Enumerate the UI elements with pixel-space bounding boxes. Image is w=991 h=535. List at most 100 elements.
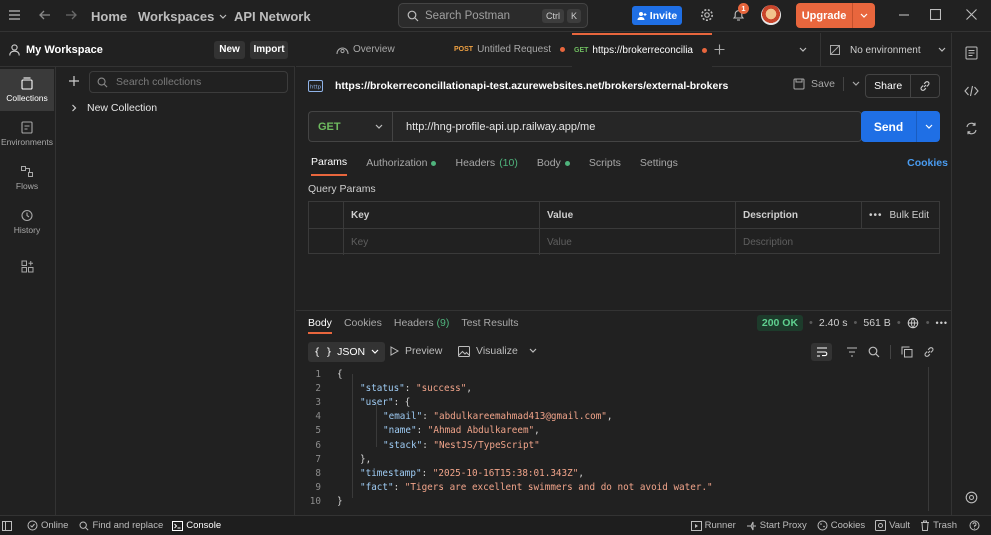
invite-label: Invite bbox=[649, 9, 678, 22]
import-button[interactable]: Import bbox=[250, 41, 288, 59]
wrap-lines-icon[interactable] bbox=[811, 343, 832, 361]
help-icon[interactable] bbox=[965, 491, 978, 504]
scrollbar[interactable] bbox=[928, 367, 929, 511]
online-status[interactable]: Online bbox=[27, 520, 68, 531]
visualize-button[interactable]: Visualize bbox=[458, 345, 537, 357]
trash-label: Trash bbox=[933, 520, 957, 531]
tab-settings[interactable]: Settings bbox=[640, 150, 678, 176]
tab-authorization[interactable]: Authorization bbox=[366, 150, 437, 176]
key-input[interactable]: Key bbox=[344, 229, 540, 255]
status-badge[interactable]: 200 OK bbox=[756, 315, 804, 331]
copy-icon[interactable] bbox=[901, 346, 913, 358]
tab-test-results[interactable]: Test Results bbox=[461, 317, 518, 329]
tab-overview[interactable]: Overview bbox=[336, 33, 454, 67]
cookies-button[interactable]: Cookies bbox=[817, 520, 865, 531]
upgrade-button[interactable]: Upgrade bbox=[796, 3, 875, 28]
cookie-icon bbox=[817, 520, 828, 531]
minimize-icon[interactable] bbox=[898, 4, 910, 24]
workspaces-menu[interactable]: Workspaces bbox=[138, 9, 227, 24]
value-input[interactable]: Value bbox=[540, 229, 736, 255]
back-arrow-icon[interactable] bbox=[38, 9, 51, 21]
maximize-icon[interactable] bbox=[930, 9, 941, 20]
tab-params[interactable]: Params bbox=[311, 150, 348, 176]
request-tabs-bar: Overview POST Untitled Request GET https… bbox=[296, 32, 951, 67]
invite-button[interactable]: Invite bbox=[632, 6, 682, 25]
api-network-link[interactable]: API Network bbox=[234, 9, 311, 24]
status-dot bbox=[564, 160, 570, 166]
share-button[interactable]: Share bbox=[865, 74, 940, 98]
filter-icon[interactable] bbox=[846, 347, 858, 357]
response-body-viewer[interactable]: 1{2"status": "success",3"user": {4"email… bbox=[300, 367, 940, 513]
toggle-sidebar-icon[interactable] bbox=[2, 520, 15, 531]
add-collection-icon[interactable] bbox=[68, 75, 80, 87]
settings-gear-icon[interactable] bbox=[700, 8, 714, 22]
menu-icon[interactable] bbox=[8, 9, 21, 21]
link-icon[interactable] bbox=[923, 346, 935, 358]
vault-button[interactable]: Vault bbox=[875, 520, 910, 531]
cookies-link[interactable]: Cookies bbox=[907, 157, 948, 169]
help-icon[interactable] bbox=[969, 520, 983, 531]
tab-body[interactable]: Body bbox=[537, 150, 570, 176]
link-icon[interactable] bbox=[911, 80, 939, 92]
method-select[interactable]: GET bbox=[308, 111, 392, 142]
trash-button[interactable]: Trash bbox=[920, 520, 957, 531]
chevron-down-icon[interactable] bbox=[853, 13, 875, 19]
url-input[interactable]: http://hng-profile-api.up.railway.app/me bbox=[392, 111, 862, 142]
more-icon[interactable]: ••• bbox=[869, 210, 883, 221]
method-label: GET bbox=[318, 120, 341, 133]
format-select[interactable]: { } JSON bbox=[308, 342, 386, 362]
description-input[interactable]: Description bbox=[736, 229, 939, 255]
close-icon[interactable] bbox=[966, 9, 977, 20]
json-braces-icon: { } bbox=[314, 346, 333, 358]
tabs-overflow-chevron-icon[interactable] bbox=[799, 47, 807, 53]
tab-scripts[interactable]: Scripts bbox=[589, 150, 621, 176]
tab-headers-label: Headers bbox=[455, 157, 496, 169]
collections-search-input[interactable]: Search collections bbox=[89, 71, 288, 93]
new-button[interactable]: New bbox=[214, 41, 245, 59]
nav-history[interactable]: History bbox=[0, 201, 54, 243]
response-divider[interactable] bbox=[296, 310, 951, 311]
runner-button[interactable]: Runner bbox=[690, 520, 736, 531]
documentation-icon[interactable] bbox=[965, 46, 978, 60]
workspace-name[interactable]: My Workspace bbox=[26, 44, 103, 56]
collection-item[interactable]: New Collection bbox=[70, 102, 157, 114]
row-checkbox-cell bbox=[309, 229, 344, 255]
add-user-icon bbox=[637, 11, 647, 20]
response-time[interactable]: 2.40 s bbox=[819, 317, 848, 329]
code-snippet-icon[interactable] bbox=[964, 85, 979, 97]
environment-selector[interactable]: No environment bbox=[829, 33, 946, 67]
line-number: 8 bbox=[315, 467, 321, 479]
find-replace-button[interactable]: Find and replace bbox=[79, 520, 163, 531]
chevron-down-icon bbox=[938, 47, 946, 52]
home-link[interactable]: Home bbox=[91, 9, 127, 24]
more-options-icon[interactable]: ••• bbox=[936, 318, 948, 328]
tab-response-body[interactable]: Body bbox=[308, 312, 332, 334]
forward-arrow-icon[interactable] bbox=[65, 9, 78, 21]
request-title[interactable]: https://brokerreconcillationapi-test.azu… bbox=[335, 80, 728, 92]
search-icon[interactable] bbox=[868, 346, 880, 358]
nav-environments[interactable]: Environments bbox=[0, 113, 54, 155]
send-button[interactable]: Send bbox=[861, 111, 940, 142]
find-replace-label: Find and replace bbox=[92, 520, 164, 531]
tab-response-cookies[interactable]: Cookies bbox=[344, 317, 382, 329]
new-tab-plus-icon[interactable] bbox=[714, 44, 725, 55]
bulk-edit-button[interactable]: ••• Bulk Edit bbox=[862, 202, 939, 228]
tab-headers[interactable]: Headers (10) bbox=[455, 150, 517, 176]
network-globe-icon[interactable] bbox=[907, 317, 920, 330]
avatar[interactable] bbox=[761, 5, 781, 25]
tab-response-headers[interactable]: Headers (9) bbox=[394, 317, 449, 329]
console-button[interactable]: Console bbox=[172, 520, 221, 531]
nav-collections[interactable]: Collections bbox=[0, 69, 54, 111]
save-button[interactable]: Save bbox=[793, 77, 860, 91]
global-search[interactable]: Search Postman Ctrl K bbox=[398, 3, 588, 28]
start-proxy-button[interactable]: Start Proxy bbox=[746, 520, 807, 531]
nav-configure[interactable] bbox=[0, 245, 54, 287]
nav-flows[interactable]: Flows bbox=[0, 157, 54, 199]
preview-button[interactable]: Preview bbox=[390, 345, 442, 357]
collections-icon bbox=[21, 77, 33, 90]
related-collections-icon[interactable] bbox=[965, 122, 978, 135]
send-options-chevron-icon[interactable] bbox=[917, 124, 940, 130]
tab-untitled-request[interactable]: POST Untitled Request bbox=[454, 33, 572, 67]
tab-broker-request[interactable]: GET https://brokerreconcilia bbox=[572, 32, 712, 67]
response-size[interactable]: 561 B bbox=[863, 317, 890, 329]
